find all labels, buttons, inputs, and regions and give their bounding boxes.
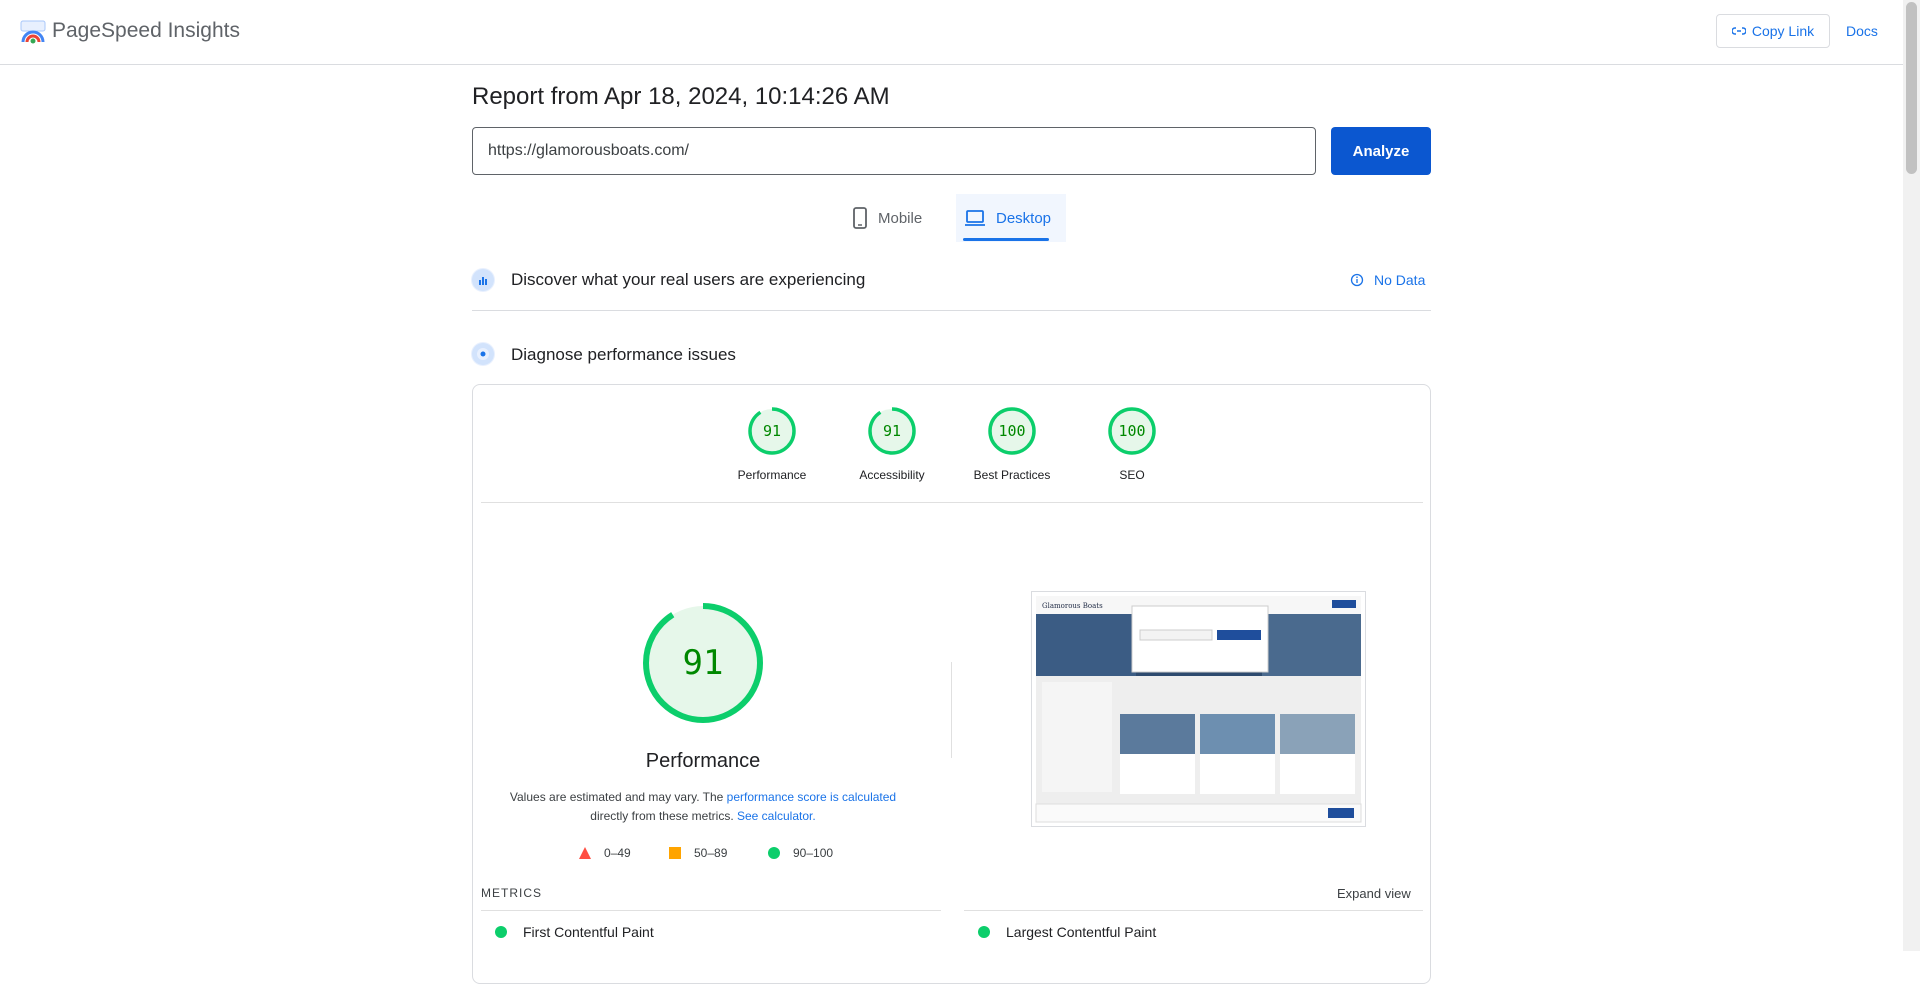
tab-desktop-label: Desktop (996, 209, 1052, 227)
lighthouse-diagnose-icon (471, 342, 495, 366)
pagespeed-logo-icon[interactable] (20, 20, 46, 44)
fail-triangle-icon (579, 847, 591, 859)
scores-divider (481, 502, 1423, 503)
copy-link-label: Copy Link (1751, 23, 1815, 39)
metric-fcp-label: First Contentful Paint (523, 924, 654, 940)
performance-big-score: 91 (683, 643, 724, 683)
analyze-button[interactable]: Analyze (1331, 127, 1431, 175)
performance-big-gauge: 91 (643, 603, 763, 723)
accessibility-score-value: 91 (883, 422, 901, 440)
metrics-divider-right (964, 910, 1423, 911)
performance-note: Values are estimated and may vary. The p… (500, 788, 906, 826)
best-practices-score-label: Best Practices (973, 468, 1051, 482)
crux-users-icon (471, 268, 495, 292)
seo-score-value: 100 (1118, 422, 1145, 440)
metric-lcp-label: Largest Contentful Paint (1006, 924, 1157, 940)
performance-score-value: 91 (763, 422, 781, 440)
no-data-label: No Data (1374, 272, 1426, 288)
copy-link-button[interactable]: Copy Link (1716, 14, 1830, 48)
no-data-status[interactable]: No Data (1350, 272, 1425, 288)
mobile-phone-icon (853, 207, 867, 229)
active-tab-indicator (963, 238, 1049, 241)
performance-score-label: Performance (737, 468, 807, 482)
top-bar: PageSpeed Insights Copy Link Docs (0, 0, 1903, 65)
expand-view-toggle[interactable]: Expand view (1337, 886, 1411, 901)
pass-circle-icon (768, 847, 780, 859)
laptop-icon (965, 210, 985, 226)
best-practices-score-gauge[interactable]: 100 (987, 406, 1037, 456)
vertical-divider (951, 662, 952, 758)
score-calculated-link[interactable]: performance score is calculated (727, 790, 896, 804)
metric-lcp: Largest Contentful Paint (978, 924, 1156, 940)
metrics-divider-left (481, 910, 941, 911)
report-title: Report from Apr 18, 2024, 10:14:26 AM (472, 83, 890, 110)
accessibility-score-gauge[interactable]: 91 (867, 406, 917, 456)
final-screenshot[interactable]: Glamorous Boats (1031, 591, 1366, 827)
legend-average-label: 50–89 (694, 846, 728, 860)
tab-desktop[interactable]: Desktop (956, 194, 1066, 242)
best-practices-score-value: 100 (998, 422, 1025, 440)
diagnose-title: Diagnose performance issues (511, 345, 736, 364)
average-square-icon (669, 847, 681, 859)
info-icon (1350, 273, 1364, 287)
performance-heading: Performance (645, 750, 761, 772)
svg-text:Glamorous Boats: Glamorous Boats (1042, 602, 1103, 610)
pass-dot-icon (978, 926, 990, 938)
real-users-title: Discover what your real users are experi… (511, 270, 866, 289)
tab-mobile[interactable]: Mobile (852, 194, 922, 242)
seo-score-gauge[interactable]: 100 (1107, 406, 1157, 456)
legend-fail-label: 0–49 (604, 846, 631, 860)
performance-score-gauge[interactable]: 91 (747, 406, 797, 456)
accessibility-score-label: Accessibility (859, 468, 925, 482)
note-text-2: directly from these metrics. (590, 809, 737, 823)
legend-average: 50–89 (669, 846, 727, 860)
legend-pass: 90–100 (768, 846, 833, 860)
app-title[interactable]: PageSpeed Insights (52, 19, 240, 43)
seo-score-label: SEO (1119, 468, 1145, 482)
scrollbar-thumb[interactable] (1906, 2, 1917, 174)
final-screenshot-image: Glamorous Boats (1035, 596, 1362, 823)
pass-dot-icon (495, 926, 507, 938)
tab-mobile-label: Mobile (878, 209, 923, 227)
section-divider (472, 310, 1431, 311)
legend-pass-label: 90–100 (793, 846, 834, 860)
note-text-1: Values are estimated and may vary. The (509, 790, 727, 804)
metrics-label: METRICS (481, 886, 542, 900)
docs-link[interactable]: Docs (1846, 23, 1878, 39)
url-input[interactable] (472, 127, 1316, 175)
legend-fail: 0–49 (579, 846, 631, 860)
metric-fcp: First Contentful Paint (495, 924, 654, 940)
see-calculator-link[interactable]: See calculator. (737, 809, 816, 823)
link-icon (1731, 27, 1746, 35)
